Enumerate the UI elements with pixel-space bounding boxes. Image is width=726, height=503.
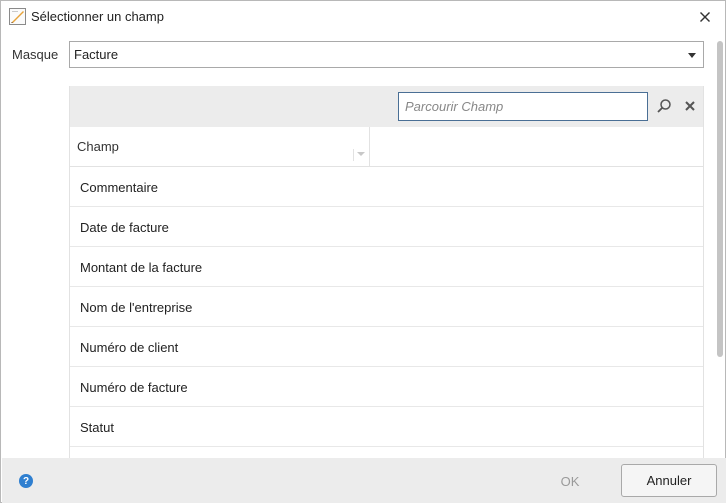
- close-button[interactable]: [693, 5, 717, 29]
- vertical-scrollbar[interactable]: [717, 41, 723, 357]
- close-icon: [700, 12, 710, 22]
- sort-arrow-icon[interactable]: [357, 152, 365, 156]
- list-item-label: Commentaire: [80, 180, 159, 195]
- cancel-button[interactable]: Annuler: [621, 464, 717, 497]
- list-item[interactable]: Date de facture: [70, 207, 703, 247]
- list-item[interactable]: Montant de la facture: [70, 247, 703, 287]
- list-item[interactable]: Nom de l'entreprise: [70, 287, 703, 327]
- field-rows: Commentaire Date de facture Montant de l…: [70, 167, 703, 447]
- masque-selected-value: Facture: [74, 47, 119, 62]
- dialog-title: Sélectionner un champ: [31, 9, 164, 24]
- list-item[interactable]: Numéro de client: [70, 327, 703, 367]
- search-button[interactable]: [654, 95, 674, 117]
- list-item[interactable]: Commentaire: [70, 167, 703, 207]
- chevron-down-icon: [688, 53, 696, 58]
- dialog-app-icon: [9, 8, 26, 25]
- dialog-footer: ? OK Annuler: [2, 458, 726, 503]
- list-item-label: Montant de la facture: [80, 260, 203, 275]
- list-item-label: Date de facture: [80, 220, 169, 235]
- column-header-row: Champ: [70, 127, 703, 167]
- title-bar: Sélectionner un champ: [1, 1, 725, 33]
- search-input[interactable]: [398, 92, 648, 121]
- select-field-dialog: Sélectionner un champ Masque Facture Par…: [0, 0, 726, 503]
- masque-dropdown[interactable]: Facture: [69, 41, 704, 68]
- list-item-label: Statut: [80, 420, 114, 435]
- list-item[interactable]: Statut: [70, 407, 703, 447]
- header-divider: [353, 149, 354, 161]
- list-item-label: Numéro de client: [80, 340, 179, 355]
- clear-search-button[interactable]: [680, 95, 700, 117]
- search-icon: [657, 99, 671, 113]
- help-button[interactable]: ?: [19, 474, 33, 488]
- column-header-label: Champ: [77, 139, 119, 154]
- list-item-label: Numéro de facture: [80, 380, 188, 395]
- list-toolbar: [70, 86, 703, 127]
- list-item[interactable]: Numéro de facture: [70, 367, 703, 407]
- masque-label: Masque: [12, 47, 59, 62]
- clear-icon: [685, 101, 695, 111]
- list-item-label: Nom de l'entreprise: [80, 300, 193, 315]
- ok-button[interactable]: OK: [529, 465, 611, 497]
- field-list-panel: Champ Commentaire Date de facture Montan…: [69, 86, 704, 458]
- column-header-champ[interactable]: Champ: [70, 127, 370, 166]
